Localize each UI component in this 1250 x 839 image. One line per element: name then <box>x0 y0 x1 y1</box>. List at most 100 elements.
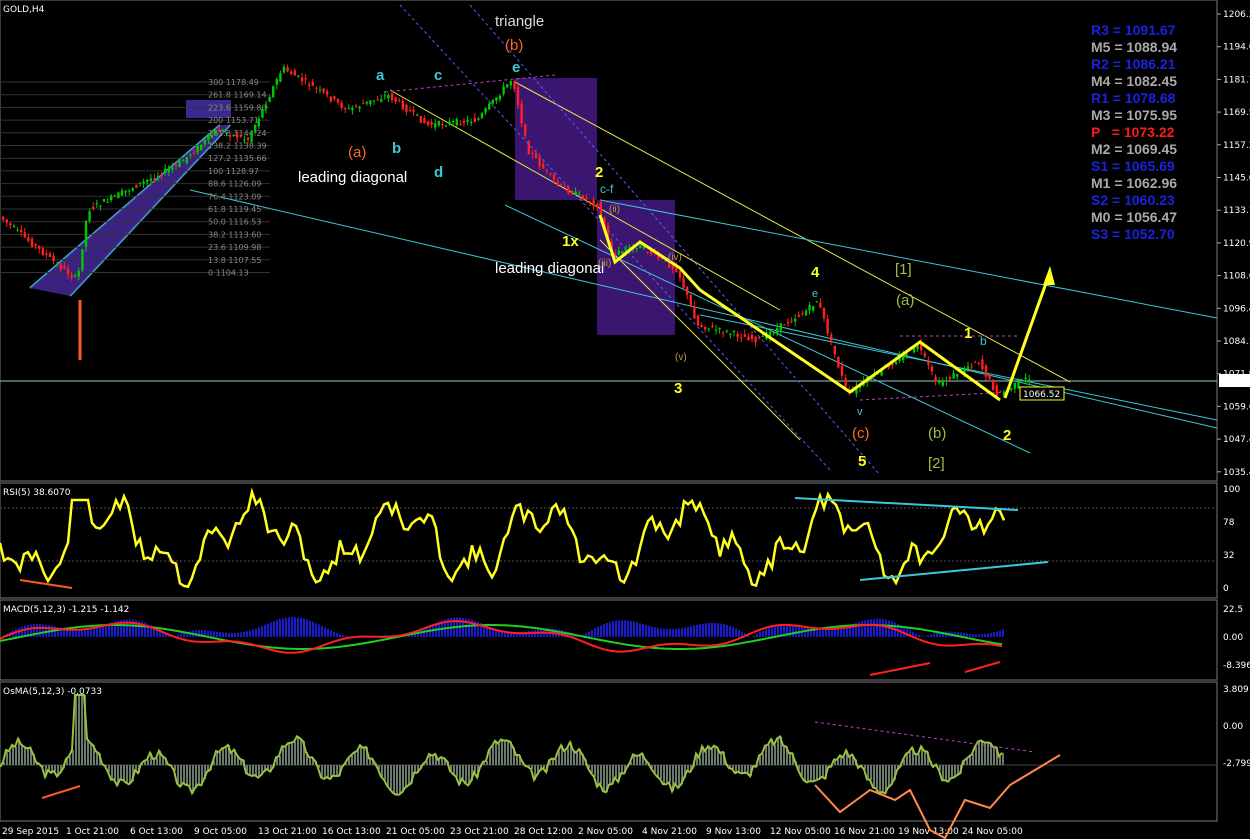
osma-bar <box>849 756 851 765</box>
osma-bar <box>360 745 362 765</box>
candle-body <box>48 253 52 258</box>
macd-bar <box>735 628 737 637</box>
macd-bar <box>621 620 623 637</box>
candle-body <box>707 328 710 330</box>
osma-bar <box>594 765 596 777</box>
macd-bar <box>309 620 311 637</box>
candle-body <box>491 99 494 104</box>
candle-body <box>567 186 570 194</box>
candle-body <box>981 359 984 370</box>
macd-bar <box>87 628 89 637</box>
macd-bar <box>996 631 998 637</box>
label-leading-diagonal-1: leading diagonal <box>298 169 407 186</box>
candle-body <box>844 378 847 388</box>
time-tick-label: 9 Oct 05:00 <box>194 827 247 837</box>
candle-body <box>290 71 293 75</box>
candle-body <box>300 77 304 82</box>
time-tick-label: 6 Oct 13:00 <box>130 827 183 837</box>
candle-body <box>232 134 235 136</box>
candle-body <box>106 201 109 203</box>
macd-bar <box>279 619 281 637</box>
osma-bar <box>603 765 605 792</box>
osma-bar <box>915 754 917 765</box>
osma-bar <box>621 765 623 774</box>
macd-bar <box>717 623 719 637</box>
osma-bar <box>951 765 953 779</box>
label-b1: b <box>392 140 401 157</box>
chart-canvas[interactable]: 300 1178.49261.8 1169.14223.6 1159.80200… <box>0 0 1250 839</box>
macd-bar <box>990 632 992 637</box>
candle-body <box>729 333 732 335</box>
candle-body <box>815 301 818 303</box>
candle-body <box>430 122 433 125</box>
macd-bar <box>594 628 596 637</box>
candle-body <box>135 184 138 188</box>
candle-body <box>743 334 746 337</box>
candle-body <box>34 243 37 246</box>
macd-bar <box>720 623 722 637</box>
candle-body <box>992 379 995 390</box>
candle-body <box>945 380 948 382</box>
candle-body <box>257 118 260 127</box>
macd-bar <box>312 621 314 637</box>
candle-body <box>801 313 804 315</box>
label-iii: (iii) <box>598 258 611 269</box>
osma-bar <box>738 765 740 772</box>
osma-bar <box>126 765 128 783</box>
candle-body <box>714 329 718 331</box>
label-d1: d <box>434 164 443 181</box>
macd-bar <box>660 628 662 637</box>
macd-bar <box>873 618 875 637</box>
candle-body <box>538 157 541 167</box>
candle-body <box>387 95 390 99</box>
macd-bar <box>636 622 638 637</box>
osma-bar <box>807 765 809 783</box>
candle-body <box>149 178 152 182</box>
macd-bar <box>243 631 245 637</box>
osma-bar <box>906 753 908 765</box>
candle-body <box>747 336 750 341</box>
candle-body <box>405 104 408 112</box>
osma-bar <box>354 752 356 765</box>
candle-body <box>203 139 206 145</box>
macd-bar <box>921 636 923 637</box>
candle-body <box>1020 379 1024 381</box>
candle-body <box>207 135 210 141</box>
candle-body <box>1024 377 1027 380</box>
price-tick-label: 1169.50 <box>1223 108 1250 118</box>
osma-bar <box>636 755 638 765</box>
osma-bar <box>432 755 434 765</box>
candle-body <box>383 95 386 97</box>
osma-bar <box>156 758 158 765</box>
macd-bar <box>261 625 263 637</box>
osma-bar <box>12 744 14 765</box>
macd-bar <box>831 629 833 637</box>
osma-bar <box>774 744 776 765</box>
pivot-1: M5 = 1088.94 <box>1091 39 1178 55</box>
macd-bar <box>288 617 290 637</box>
label-1x: 1x <box>562 233 579 250</box>
candle-body <box>736 333 739 337</box>
candle-body <box>840 365 844 376</box>
candle-body <box>318 89 322 91</box>
price-tick-label: 1194.00 <box>1223 43 1250 53</box>
label-b-paren: (b) <box>505 37 523 54</box>
macd-bar <box>762 630 764 637</box>
macd-bar <box>630 621 632 637</box>
current-price-label: 1070.8 <box>1221 377 1250 387</box>
candle-body <box>516 87 520 106</box>
candle-body <box>196 145 199 153</box>
macd-bar <box>258 627 260 637</box>
macd-bar <box>39 624 41 637</box>
candle-body <box>506 84 509 88</box>
macd-bar <box>867 619 869 637</box>
osma-bar <box>186 765 188 785</box>
candle-body <box>995 385 998 396</box>
osma-bar <box>231 752 233 765</box>
candle-body <box>336 98 340 103</box>
candle-body <box>452 120 455 123</box>
candle-body <box>693 306 696 319</box>
candle-body <box>459 124 462 126</box>
pivot-7: M2 = 1069.45 <box>1091 141 1178 157</box>
osma-bar <box>309 757 311 765</box>
